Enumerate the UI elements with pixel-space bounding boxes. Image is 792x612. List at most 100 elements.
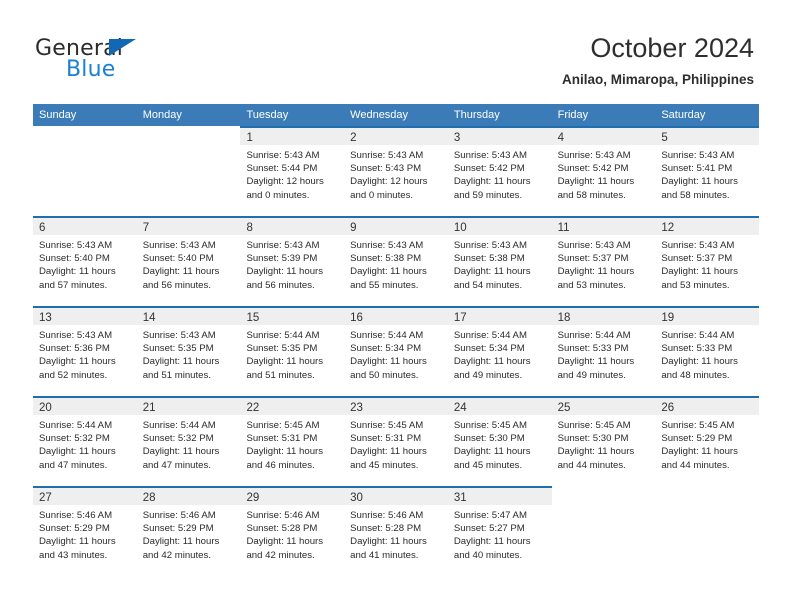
day-number-band: 7 [136, 218, 241, 235]
day-number-band: 28 [136, 488, 241, 505]
calendar-day-cell[interactable]: 23 Sunrise: 5:45 AM Sunset: 5:31 PM Dayligh… [344, 396, 448, 486]
sunset-text: Sunset: 5:33 PM [661, 343, 733, 355]
daylight-text-line2: and 55 minutes. [350, 279, 419, 291]
calendar-day-cell[interactable]: 4 Sunrise: 5:43 AM Sunset: 5:42 PM Daylight… [551, 126, 656, 216]
calendar-day-cell[interactable]: 3 Sunrise: 5:43 AM Sunset: 5:42 PM Daylight… [447, 126, 552, 216]
day-number: 27 [39, 492, 52, 504]
sunset-text: Sunset: 5:40 PM [39, 253, 110, 265]
sunrise-text: Sunrise: 5:44 AM [350, 330, 424, 341]
daylight-text-line2: and 42 minutes. [246, 549, 315, 561]
daylight-text-line1: Daylight: 11 hours [246, 356, 324, 368]
sunset-text: Sunset: 5:38 PM [350, 253, 422, 265]
day-details: Sunrise: 5:43 AM Sunset: 5:40 PM Daylight:… [33, 235, 137, 292]
calendar-day-cell[interactable]: 2 Sunrise: 5:43 AM Sunset: 5:43 PM Daylight… [344, 126, 448, 216]
daylight-text-line2: and 51 minutes. [142, 369, 211, 381]
calendar-day-cell[interactable]: 25 Sunrise: 5:45 AM Sunset: 5:30 PM Dayligh… [551, 396, 656, 486]
calendar-day-cell[interactable]: 1 Sunrise: 5:43 AM Sunset: 5:44 PM Daylight… [240, 126, 345, 216]
sunrise-text: Sunrise: 5:44 AM [142, 420, 216, 431]
daylight-text-line1: Daylight: 12 hours [350, 176, 428, 188]
calendar-day-cell[interactable]: 12 Sunrise: 5:43 AM Sunset: 5:37 PM Dayligh… [655, 216, 760, 306]
day-number: 16 [350, 312, 363, 324]
sunrise-text: Sunrise: 5:43 AM [350, 240, 424, 251]
day-number-band: 10 [447, 218, 552, 235]
title-block: October 2024 Anilao, Mimaropa, Philippin… [562, 32, 754, 88]
daylight-text-line2: and 54 minutes. [453, 279, 523, 291]
day-details: Sunrise: 5:43 AM Sunset: 5:42 PM Daylight:… [552, 145, 656, 202]
day-number-band: 13 [33, 308, 137, 325]
sunset-text: Sunset: 5:33 PM [557, 343, 629, 355]
sunrise-text: Sunrise: 5:44 AM [453, 330, 527, 341]
calendar-day-cell[interactable]: 11 Sunrise: 5:43 AM Sunset: 5:37 PM Dayligh… [551, 216, 656, 306]
day-details: Sunrise: 5:43 AM Sunset: 5:44 PM Daylight:… [240, 145, 344, 202]
sunrise-text: Sunrise: 5:43 AM [453, 150, 527, 161]
day-details: Sunrise: 5:45 AM Sunset: 5:31 PM Daylight:… [240, 415, 344, 472]
daylight-text-line1: Daylight: 11 hours [453, 176, 531, 188]
calendar-day-cell[interactable]: 6 Sunrise: 5:43 AM Sunset: 5:40 PM Daylight… [33, 216, 137, 306]
calendar-day-cell[interactable]: 9 Sunrise: 5:43 AM Sunset: 5:38 PM Daylight… [344, 216, 448, 306]
calendar-day-cell[interactable]: 24 Sunrise: 5:45 AM Sunset: 5:30 PM Dayligh… [447, 396, 552, 486]
calendar-day-cell[interactable]: 10 Sunrise: 5:43 AM Sunset: 5:38 PM Dayligh… [447, 216, 552, 306]
daylight-text-line2: and 52 minutes. [39, 369, 108, 381]
calendar-day-cell[interactable]: 21 Sunrise: 5:44 AM Sunset: 5:32 PM Dayligh… [136, 396, 241, 486]
day-details: Sunrise: 5:44 AM Sunset: 5:33 PM Daylight:… [552, 325, 656, 382]
daylight-text-line1: Daylight: 11 hours [661, 266, 738, 278]
day-details: Sunrise: 5:43 AM Sunset: 5:39 PM Daylight:… [240, 235, 344, 292]
daylight-text-line2: and 56 minutes. [142, 279, 211, 291]
day-details: Sunrise: 5:44 AM Sunset: 5:34 PM Daylight:… [344, 325, 448, 382]
day-details: Sunrise: 5:43 AM Sunset: 5:37 PM Daylight:… [655, 235, 759, 292]
day-number-band: 20 [33, 398, 137, 415]
calendar-day-cell[interactable]: 28 Sunrise: 5:46 AM Sunset: 5:29 PM Dayligh… [136, 486, 241, 576]
calendar-day-cell[interactable]: 8 Sunrise: 5:43 AM Sunset: 5:39 PM Daylight… [240, 216, 345, 306]
calendar-day-cell[interactable]: 13 Sunrise: 5:43 AM Sunset: 5:36 PM Dayligh… [33, 306, 137, 396]
calendar-day-cell[interactable]: 18 Sunrise: 5:44 AM Sunset: 5:33 PM Dayligh… [551, 306, 656, 396]
calendar-day-cell[interactable]: 15 Sunrise: 5:44 AM Sunset: 5:35 PM Dayligh… [240, 306, 345, 396]
calendar-day-cell[interactable]: 27 Sunrise: 5:46 AM Sunset: 5:29 PM Dayligh… [33, 486, 137, 576]
calendar-day-cell[interactable]: 20 Sunrise: 5:44 AM Sunset: 5:32 PM Dayligh… [33, 396, 137, 486]
day-number: 22 [246, 402, 260, 414]
day-details: Sunrise: 5:46 AM Sunset: 5:28 PM Daylight:… [240, 505, 344, 562]
day-number: 24 [453, 402, 467, 414]
sunrise-text: Sunrise: 5:44 AM [661, 330, 735, 341]
day-number-band: 16 [344, 308, 448, 325]
day-number-band: 12 [655, 218, 760, 235]
page-title: October 2024 [590, 33, 754, 63]
day-number: 1 [246, 132, 253, 144]
calendar-day-cell[interactable]: 22 Sunrise: 5:45 AM Sunset: 5:31 PM Dayligh… [240, 396, 345, 486]
sunset-text: Sunset: 5:29 PM [39, 523, 110, 535]
day-number-band: 6 [33, 218, 137, 235]
daylight-text-line2: and 45 minutes. [453, 459, 523, 471]
day-number: 11 [557, 222, 570, 234]
calendar-day-cell[interactable]: 31 Sunrise: 5:47 AM Sunset: 5:27 PM Dayligh… [447, 486, 552, 576]
day-number-band [552, 486, 656, 503]
day-details: Sunrise: 5:43 AM Sunset: 5:38 PM Daylight:… [344, 235, 448, 292]
day-details: Sunrise: 5:43 AM Sunset: 5:40 PM Daylight:… [137, 235, 241, 292]
day-number-band: 23 [344, 398, 448, 415]
calendar-day-cell[interactable]: 19 Sunrise: 5:44 AM Sunset: 5:33 PM Dayligh… [655, 306, 760, 396]
general-blue-logo[interactable]: General Blue [35, 36, 235, 88]
calendar-grid: Sunday Monday Tuesday Wednesday Thursday Frid… [33, 104, 760, 576]
calendar-day-cell[interactable]: 5 Sunrise: 5:43 AM Sunset: 5:41 PM Daylight… [655, 126, 760, 216]
sunrise-text: Sunrise: 5:46 AM [350, 510, 424, 521]
calendar-day-cell[interactable]: 26 Sunrise: 5:45 AM Sunset: 5:29 PM Dayligh… [655, 396, 760, 486]
sunrise-text: Sunrise: 5:45 AM [661, 420, 735, 431]
calendar-day-cell[interactable]: 30 Sunrise: 5:46 AM Sunset: 5:28 PM Dayligh… [344, 486, 448, 576]
day-number-band [33, 126, 137, 143]
day-number-band: 21 [136, 398, 241, 415]
calendar-day-cell[interactable]: 14 Sunrise: 5:43 AM Sunset: 5:35 PM Dayligh… [136, 306, 241, 396]
day-number: 17 [453, 312, 467, 324]
calendar-day-cell[interactable]: 7 Sunrise: 5:43 AM Sunset: 5:40 PM Daylight… [136, 216, 241, 306]
daylight-text-line2: and 59 minutes. [453, 189, 523, 201]
calendar-day-cell[interactable]: 17 Sunrise: 5:44 AM Sunset: 5:34 PM Dayligh… [447, 306, 552, 396]
sunset-text: Sunset: 5:31 PM [350, 433, 422, 445]
day-details: Sunrise: 5:45 AM Sunset: 5:30 PM Daylight:… [552, 415, 656, 472]
daylight-text-line1: Daylight: 11 hours [246, 536, 324, 548]
calendar-week-row: 27 Sunrise: 5:46 AM Sunset: 5:29 PM Dayligh… [33, 486, 759, 576]
calendar-day-cell[interactable]: 29 Sunrise: 5:46 AM Sunset: 5:28 PM Dayligh… [240, 486, 345, 576]
daylight-text-line1: Daylight: 11 hours [350, 536, 427, 548]
day-number-band: 30 [344, 488, 448, 505]
day-details: Sunrise: 5:46 AM Sunset: 5:29 PM Daylight:… [33, 505, 137, 562]
day-number: 6 [39, 222, 46, 234]
calendar-week-row: 1 Sunrise: 5:43 AM Sunset: 5:44 PM Daylight… [33, 126, 760, 216]
day-number: 21 [142, 402, 156, 414]
calendar-day-cell[interactable]: 16 Sunrise: 5:44 AM Sunset: 5:34 PM Dayligh… [344, 306, 448, 396]
